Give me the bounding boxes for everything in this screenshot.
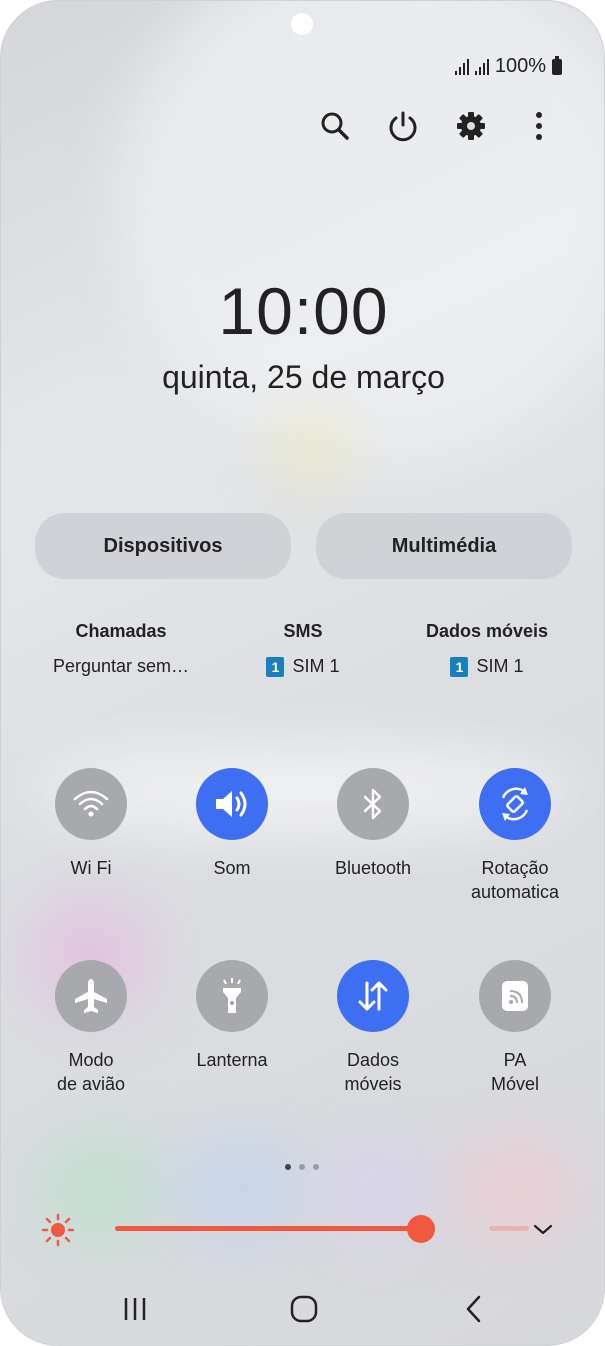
- sim-calls[interactable]: Chamadas Perguntar sem…: [31, 621, 211, 677]
- tile-rotate-label-2: automatica: [470, 882, 560, 902]
- page-indicator: [285, 1164, 319, 1170]
- tile-flashlight-label: Lanterna: [196, 1050, 268, 1070]
- brightness-knob[interactable]: [407, 1215, 436, 1243]
- sim-calls-value: Perguntar sem…: [52, 656, 190, 676]
- tile-hotspot[interactable]: PA Móvel: [440, 960, 590, 1096]
- tile-data-label-2: móveis: [344, 1074, 402, 1094]
- sim-sms[interactable]: SMS 1 SIM 1: [213, 621, 393, 677]
- tile-sound[interactable]: Som: [157, 768, 307, 880]
- search-icon[interactable]: [318, 107, 352, 145]
- battery-icon: [552, 55, 562, 75]
- page-dot: [285, 1164, 291, 1170]
- tile-mobile-data[interactable]: Dados móveis: [298, 960, 448, 1096]
- page-dot: [299, 1164, 305, 1170]
- expand-chevron-icon[interactable]: [531, 1217, 555, 1241]
- sim-sms-value: SIM 1: [292, 656, 340, 676]
- navigation-bar: [1, 1289, 604, 1329]
- tile-hotspot-label-2: Móvel: [490, 1074, 539, 1094]
- tile-bluetooth-label: Bluetooth: [334, 858, 412, 878]
- tile-airplane-label-2: de avião: [56, 1074, 126, 1094]
- status-bar: 100%: [454, 55, 562, 78]
- front-camera: [291, 13, 313, 35]
- hotspot-icon[interactable]: [479, 960, 551, 1032]
- more-options-icon[interactable]: [522, 107, 556, 145]
- brightness-icon: [41, 1213, 75, 1252]
- top-actions: [318, 107, 556, 145]
- mobile-data-icon[interactable]: [337, 960, 409, 1032]
- home-icon[interactable]: [284, 1289, 324, 1329]
- sim-calls-title: Chamadas: [75, 621, 167, 641]
- back-icon[interactable]: [454, 1289, 494, 1329]
- sim-data-value: SIM 1: [476, 656, 524, 676]
- wifi-icon[interactable]: [55, 768, 127, 840]
- sim-mobile-data[interactable]: Dados móveis 1 SIM 1: [397, 621, 577, 677]
- sim-sms-title: SMS: [283, 621, 323, 641]
- devices-button[interactable]: Dispositivos: [35, 513, 291, 579]
- tile-airplane[interactable]: Modo de avião: [16, 960, 166, 1096]
- clock-time: 10:00: [218, 274, 389, 348]
- tile-rotate-label-1: Rotação: [481, 858, 549, 878]
- brightness-slider[interactable]: [115, 1226, 422, 1231]
- battery-percent: 100%: [494, 55, 546, 77]
- settings-icon[interactable]: [454, 107, 488, 145]
- power-icon[interactable]: [386, 107, 420, 145]
- media-button[interactable]: Multimédia: [316, 513, 572, 579]
- tile-data-label-1: Dados: [346, 1050, 400, 1070]
- bluetooth-icon[interactable]: [337, 768, 409, 840]
- quick-panel: 100% 10:00 quinta, 25 de março Dispositi…: [0, 0, 605, 1346]
- tile-bluetooth[interactable]: Bluetooth: [298, 768, 448, 880]
- sim-card-icon: 1: [266, 656, 285, 677]
- page-dot: [313, 1164, 319, 1170]
- sim-data-title: Dados móveis: [425, 621, 549, 641]
- airplane-icon[interactable]: [55, 960, 127, 1032]
- tile-flashlight[interactable]: Lanterna: [157, 960, 307, 1072]
- signal-icon: [474, 58, 489, 75]
- clock-date: quinta, 25 de março: [162, 359, 445, 395]
- tile-wifi[interactable]: Wi Fi: [16, 768, 166, 880]
- flashlight-icon[interactable]: [196, 960, 268, 1032]
- tile-wifi-label: Wi Fi: [70, 858, 112, 878]
- wallpaper-blur: [281, 421, 341, 481]
- brightness-track-remaining: [489, 1226, 529, 1231]
- tile-auto-rotate[interactable]: Rotação automatica: [440, 768, 590, 904]
- brightness-control: [41, 1211, 571, 1247]
- auto-rotate-icon[interactable]: [479, 768, 551, 840]
- signal-icon: [454, 58, 469, 75]
- tile-airplane-label-1: Modo: [68, 1050, 114, 1070]
- recent-apps-icon[interactable]: [115, 1289, 155, 1329]
- tile-hotspot-label-1: PA: [503, 1050, 527, 1070]
- tile-sound-label: Som: [213, 858, 251, 878]
- sound-icon[interactable]: [196, 768, 268, 840]
- sim-card-icon: 1: [450, 656, 469, 677]
